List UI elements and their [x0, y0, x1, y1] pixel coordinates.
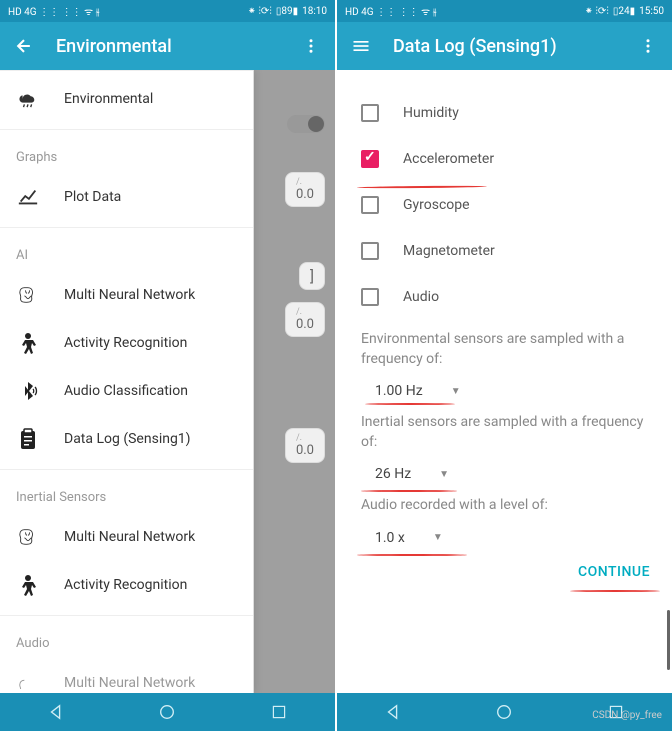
nav-home-button[interactable] [155, 700, 179, 724]
drawer-item-label: Plot Data [64, 189, 121, 205]
nav-drawer: Environmental Graphs Plot Data AI [0, 70, 254, 693]
background-value: /.0.0 [285, 172, 325, 207]
inertial-freq-dropdown[interactable]: 26 Hz ▼ [337, 458, 469, 486]
checkbox-icon [361, 104, 379, 122]
drawer-item-environmental[interactable]: Environmental [0, 75, 253, 123]
drawer-item-activity-recognition[interactable]: Activity Recognition [0, 319, 253, 367]
section-header-audio: Audio [0, 622, 253, 659]
app-bar: Data Log (Sensing1) [337, 22, 672, 70]
chevron-down-icon: ▼ [451, 386, 461, 397]
checkbox-label: Humidity [403, 105, 459, 121]
drawer-item-label: Activity Recognition [64, 335, 187, 351]
drawer-item-label: Audio Classification [64, 383, 188, 399]
dropdown-value: 1.0 x [375, 530, 405, 546]
status-left-icons: HD 4G ⋮⋮ ⋮⋮ ᯤ ⫳ [345, 4, 437, 18]
phone-left: HD 4G ⋮⋮ ⋮⋮ ᯤ ⫳ ⁕ ⫶⟳⫶ ▯89▮ 18:10 Environ… [0, 0, 335, 731]
background-value: /.0.0 [285, 428, 325, 463]
status-right-icons: ⁕ ⫶⟳⫶ ▯89▮ 18:10 [248, 6, 327, 17]
dropdown-value: 1.00 Hz [375, 383, 423, 399]
drawer-scrim[interactable]: /.0.0 /.0.0 ] /.0.0 [254, 70, 335, 693]
drawer-item-label: Activity Recognition [64, 577, 187, 593]
checkbox-audio[interactable]: Audio [361, 274, 648, 320]
more-button[interactable] [636, 34, 660, 58]
drawer-item-plot-data[interactable]: Plot Data [0, 173, 253, 221]
checkbox-accelerometer[interactable]: Accelerometer [361, 136, 648, 182]
cloud-icon [16, 87, 40, 111]
checkbox-icon [361, 196, 379, 214]
phone-right: HD 4G ⋮⋮ ⋮⋮ ᯤ ⫳ ⁕ ⫶⟳⫶ ▯24▮ 15:50 Data Lo… [337, 0, 672, 731]
chart-icon [16, 185, 40, 209]
page-title: Data Log (Sensing1) [393, 36, 636, 57]
drawer-item-label: Multi Neural Network [64, 529, 195, 545]
checkbox-magnetometer[interactable]: Magnetometer [361, 228, 648, 274]
back-button[interactable] [12, 34, 36, 58]
more-button[interactable] [299, 34, 323, 58]
nav-home-button[interactable] [492, 700, 516, 724]
status-bar: HD 4G ⋮⋮ ⋮⋮ ᯤ ⫳ ⁕ ⫶⟳⫶ ▯24▮ 15:50 [337, 0, 672, 22]
annotation-underline [570, 590, 660, 592]
drawer-item-label: Multi Neural Network [64, 675, 195, 691]
background-value: /.0.0 [285, 302, 325, 337]
chevron-down-icon: ▼ [439, 469, 449, 480]
drawer-item-label: Environmental [64, 91, 153, 107]
checkbox-humidity[interactable]: Humidity [361, 90, 648, 136]
background-bracket: ] [299, 262, 325, 290]
status-misc-icons: ⁕ ⫶⟳⫶ [585, 6, 609, 17]
checkbox-label: Gyroscope [403, 197, 470, 213]
battery-indicator: ▯89▮ [276, 6, 298, 17]
battery-indicator: ▯24▮ [613, 6, 635, 17]
nav-back-button[interactable] [381, 700, 405, 724]
menu-button[interactable] [349, 34, 373, 58]
checkbox-label: Magnetometer [403, 243, 495, 259]
checkbox-icon-checked [361, 150, 379, 168]
drawer-item-label: Data Log (Sensing1) [64, 431, 191, 447]
activity-icon [16, 331, 40, 355]
drawer-item-cut[interactable]: Multi Neural Network [0, 659, 253, 693]
dropdown-value: 26 Hz [375, 466, 411, 482]
status-right-icons: ⁕ ⫶⟳⫶ ▯24▮ 15:50 [585, 6, 664, 17]
audio-level-dropdown[interactable]: 1.0 x ▼ [337, 522, 463, 550]
bluetooth-audio-icon [16, 379, 40, 403]
chevron-down-icon: ▼ [433, 532, 443, 543]
checkbox-gyroscope[interactable]: Gyroscope [361, 182, 648, 228]
nav-recents-button[interactable] [267, 700, 291, 724]
status-misc-icons: ⁕ ⫶⟳⫶ [248, 6, 272, 17]
scrollbar[interactable] [667, 610, 670, 670]
section-header-inertial: Inertial Sensors [0, 476, 253, 513]
brain-icon [16, 671, 40, 693]
checkbox-label: Accelerometer [403, 151, 494, 167]
drawer-item-multi-neural-network[interactable]: Multi Neural Network [0, 271, 253, 319]
brain-icon [16, 525, 40, 549]
system-nav-bar [0, 693, 335, 731]
checkbox-icon [361, 288, 379, 306]
activity-icon [16, 573, 40, 597]
inertial-freq-label: Inertial sensors are sampled with a freq… [337, 403, 672, 458]
watermark: CSDN @py_free [592, 710, 662, 721]
data-log-form: Humidity Accelerometer Gyroscope Magneto… [337, 70, 672, 693]
continue-button[interactable]: CONTINUE [337, 550, 672, 590]
checkbox-icon [361, 242, 379, 260]
clock: 15:50 [639, 6, 664, 17]
background-toggle [287, 115, 325, 133]
env-freq-dropdown[interactable]: 1.00 Hz ▼ [337, 375, 481, 403]
checkbox-label: Audio [403, 289, 439, 305]
nav-back-button[interactable] [44, 700, 68, 724]
drawer-item-data-log[interactable]: Data Log (Sensing1) [0, 415, 253, 463]
drawer-item-label: Multi Neural Network [64, 287, 195, 303]
app-bar: Environmental [0, 22, 335, 70]
drawer-item-multi-neural-network-2[interactable]: Multi Neural Network [0, 513, 253, 561]
drawer-item-activity-recognition-2[interactable]: Activity Recognition [0, 561, 253, 609]
clipboard-icon [16, 427, 40, 451]
clock: 18:10 [302, 6, 327, 17]
section-header-graphs: Graphs [0, 136, 253, 173]
page-title: Environmental [56, 36, 299, 57]
status-bar: HD 4G ⋮⋮ ⋮⋮ ᯤ ⫳ ⁕ ⫶⟳⫶ ▯89▮ 18:10 [0, 0, 335, 22]
env-freq-label: Environmental sensors are sampled with a… [337, 320, 672, 375]
drawer-item-audio-classification[interactable]: Audio Classification [0, 367, 253, 415]
status-left-icons: HD 4G ⋮⋮ ⋮⋮ ᯤ ⫳ [8, 4, 100, 18]
section-header-ai: AI [0, 234, 253, 271]
brain-icon [16, 283, 40, 307]
